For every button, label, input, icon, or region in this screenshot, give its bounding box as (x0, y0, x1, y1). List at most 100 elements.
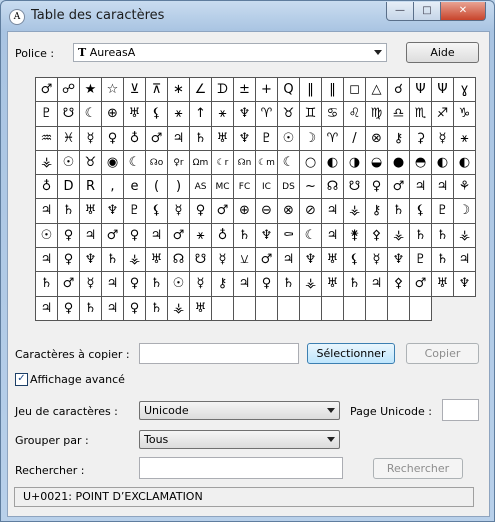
character-cell[interactable] (300, 296, 322, 321)
character-cell[interactable]: ♓ (58, 126, 80, 151)
search-input[interactable] (139, 457, 343, 479)
character-cell[interactable]: ◻ (344, 78, 366, 103)
character-cell[interactable]: Ωm (190, 150, 212, 176)
character-cell[interactable]: ♏ (410, 102, 432, 127)
character-cell[interactable]: ♀ (58, 223, 80, 249)
unicode-page-input[interactable] (442, 399, 479, 421)
character-cell[interactable]: ○ (300, 150, 322, 176)
character-cell[interactable]: ♁ (124, 126, 146, 151)
character-cell[interactable]: ⚶ (300, 272, 322, 297)
character-cell[interactable]: ⚶ (168, 296, 190, 321)
character-cell[interactable]: ☿ (366, 248, 388, 273)
character-cell[interactable]: ⚺ (234, 248, 256, 273)
character-cell[interactable]: ♄ (80, 296, 102, 321)
character-cell[interactable]: ♃ (454, 248, 476, 273)
character-cell[interactable] (344, 296, 366, 321)
character-cell[interactable]: ☌ (388, 78, 410, 103)
character-cell[interactable]: ♄ (234, 223, 256, 249)
character-cell[interactable]: , (102, 175, 124, 200)
character-cell[interactable]: ♄ (58, 199, 80, 224)
character-cell[interactable]: ♂ (146, 126, 168, 151)
character-cell[interactable]: ♅ (146, 248, 168, 273)
character-cell[interactable]: ◐ (454, 150, 476, 176)
character-cell[interactable]: ♍ (366, 102, 388, 127)
character-cell[interactable]: ☋ (58, 102, 80, 127)
character-cell[interactable]: ⚶ (124, 248, 146, 273)
character-cell[interactable]: ☾ (278, 150, 300, 176)
character-cell[interactable]: ♄ (36, 272, 58, 297)
character-cell[interactable] (234, 296, 256, 321)
character-cell[interactable]: ☋ (190, 248, 212, 273)
minimize-button[interactable]: — (386, 2, 414, 21)
character-cell[interactable]: ± (234, 78, 256, 103)
character-cell[interactable]: Q (278, 78, 300, 103)
character-cell[interactable]: ♇ (410, 248, 432, 273)
character-cell[interactable]: ⚰ (278, 223, 300, 249)
character-cell[interactable]: FC (234, 175, 256, 200)
character-cell[interactable]: ♄ (410, 223, 432, 249)
character-cell[interactable]: ☿ (80, 272, 102, 297)
character-cell[interactable]: ☿ (432, 126, 454, 151)
character-cell[interactable]: D (58, 175, 80, 200)
character-cell[interactable]: ⚵ (344, 223, 366, 249)
character-cell[interactable]: ♀ (102, 126, 124, 151)
character-cell[interactable]: ⚸ (344, 248, 366, 273)
character-cell[interactable]: ⚷ (212, 272, 234, 297)
character-cell[interactable]: ♈ (322, 126, 344, 151)
character-cell[interactable]: ♄ (278, 272, 300, 297)
character-cell[interactable]: ☉ (58, 150, 80, 176)
character-cell[interactable]: ◉ (102, 150, 124, 176)
character-cell[interactable]: ◓ (410, 150, 432, 176)
character-cell[interactable]: ⚴ (366, 223, 388, 249)
character-cell[interactable]: R (80, 175, 102, 200)
character-cell[interactable]: DS (278, 175, 300, 200)
maximize-button[interactable]: □ (413, 2, 441, 21)
character-cell[interactable]: ♃ (322, 223, 344, 249)
character-cell[interactable]: ♁ (212, 223, 234, 249)
character-cell[interactable]: ⚶ (388, 223, 410, 249)
search-button[interactable]: Rechercher (373, 458, 463, 479)
character-cell[interactable]: ⚹ (168, 102, 190, 127)
character-cell[interactable]: ♄ (102, 248, 124, 273)
character-cell[interactable]: ♂ (36, 78, 58, 103)
character-cell[interactable]: ☊n (234, 150, 256, 176)
character-cell[interactable]: ☾ (80, 102, 102, 127)
character-cell[interactable]: ♐ (432, 102, 454, 127)
character-cell[interactable]: ♀ (58, 248, 80, 273)
character-cell[interactable]: ♃ (410, 175, 432, 200)
character-cell[interactable]: ♆ (102, 199, 124, 224)
character-cell[interactable]: ♀ (366, 175, 388, 200)
character-cell[interactable]: ♂ (256, 248, 278, 273)
character-cell[interactable]: ⊕ (102, 102, 124, 127)
character-cell[interactable]: ♆ (388, 248, 410, 273)
character-cell[interactable]: ♒ (36, 126, 58, 151)
character-cell[interactable]: MC (212, 175, 234, 200)
character-cell[interactable]: ♈ (256, 102, 278, 127)
character-cell[interactable]: ᗪ (212, 78, 234, 103)
character-cell[interactable]: ♃ (278, 248, 300, 273)
character-cell[interactable]: ⚴ (388, 272, 410, 297)
character-cell[interactable]: ♂ (102, 223, 124, 249)
character-cell[interactable]: ♄ (146, 272, 168, 297)
character-cell[interactable]: ♃ (36, 199, 58, 224)
character-cell[interactable]: ♆ (454, 272, 476, 297)
character-cell[interactable]: ☾r (212, 150, 234, 176)
character-cell[interactable]: ♄ (432, 223, 454, 249)
character-cell[interactable] (278, 296, 300, 321)
character-cell[interactable]: ♂ (388, 175, 410, 200)
character-cell[interactable]: ♅ (322, 272, 344, 297)
character-cell[interactable]: ☆ (102, 78, 124, 103)
character-cell[interactable] (388, 296, 410, 321)
character-cell[interactable]: ◑ (344, 150, 366, 176)
character-cell[interactable]: ☋ (344, 175, 366, 200)
title-bar[interactable]: A Table des caractères — □ ✕ (1, 1, 494, 31)
charset-select[interactable]: Unicode (139, 401, 340, 420)
character-cell[interactable]: ⊼ (146, 78, 168, 103)
character-cell[interactable]: ⚸ (146, 102, 168, 127)
character-cell[interactable]: ⚘ (454, 175, 476, 200)
character-cell[interactable]: ♂ (168, 223, 190, 249)
character-cell[interactable]: ☿ (190, 272, 212, 297)
character-cell[interactable]: ♃ (36, 248, 58, 273)
advanced-view-checkbox[interactable]: ✓ (15, 373, 28, 386)
select-button[interactable]: Sélectionner (307, 343, 395, 364)
